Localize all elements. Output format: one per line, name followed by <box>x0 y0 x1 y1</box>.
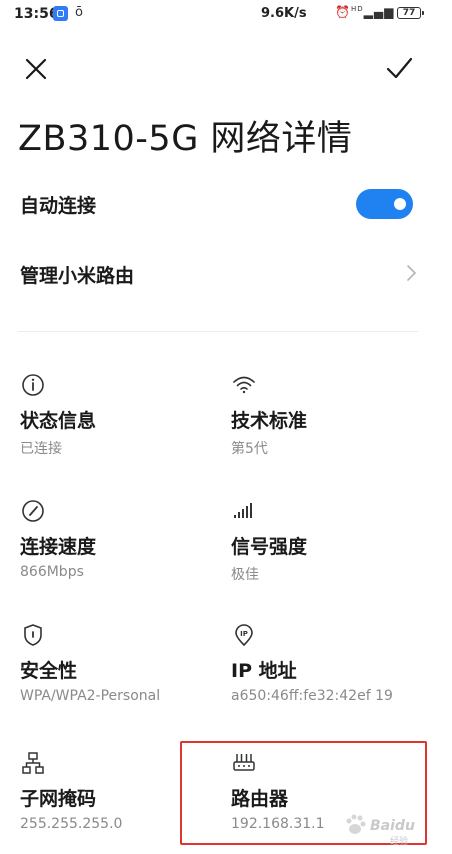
check-icon <box>386 57 413 79</box>
signal-strength-cell: 信号强度 极佳 <box>231 498 431 598</box>
auto-connect-toggle[interactable] <box>356 189 413 219</box>
status-time: 13:56 <box>14 6 59 22</box>
signal-icon: ▂▄▆ <box>363 5 395 19</box>
paw-icon <box>346 814 366 834</box>
ip-address-title: IP 地址 <box>231 660 297 682</box>
network-topology-icon <box>22 752 44 774</box>
close-button[interactable] <box>22 55 50 83</box>
ip-address-value: a650:46ff:fe32:42ef 19 <box>231 688 393 704</box>
divider <box>18 331 418 332</box>
wifi-icon <box>233 376 255 394</box>
hd-badge: HD <box>350 5 364 13</box>
status-bar: 13:56 ō 9.6K/s ⏰HD▂▄▆ 77 <box>0 0 452 30</box>
status-info-value: 已连接 <box>20 441 62 457</box>
battery-icon: 77 <box>397 7 424 19</box>
network-speed: 9.6K/s <box>261 6 307 21</box>
signal-bars-icon <box>234 503 252 518</box>
chevron-right-icon <box>407 265 417 281</box>
notification-icon: ō <box>75 5 83 20</box>
manage-router-row[interactable]: 管理小米路由 <box>0 250 452 300</box>
info-icon <box>22 374 44 396</box>
close-icon <box>25 58 47 80</box>
tech-standard-value: 第5代 <box>231 441 268 457</box>
link-speed-title: 连接速度 <box>20 536 97 558</box>
subnet-mask-value: 255.255.255.0 <box>20 816 123 832</box>
security-cell: 安全性 WPA/WPA2-Personal <box>20 622 220 722</box>
signal-strength-title: 信号强度 <box>231 536 308 558</box>
link-speed-value: 866Mbps <box>20 564 84 580</box>
speedometer-icon <box>22 500 44 522</box>
watermark-sub: 经验 <box>390 837 409 847</box>
status-info-cell: 状态信息 已连接 <box>20 372 220 472</box>
app-notification-icon <box>53 6 68 21</box>
security-value: WPA/WPA2-Personal <box>20 688 161 704</box>
page-title: ZB310-5G 网络详情 <box>18 119 353 159</box>
toggle-knob <box>394 198 406 210</box>
ip-address-cell: IP IP 地址 a650:46ff:fe32:42ef 19 <box>231 622 431 722</box>
alarm-icon: ⏰ <box>335 5 351 19</box>
watermark-text: Baidu <box>370 818 415 834</box>
status-icons: ⏰HD▂▄▆ <box>335 5 394 19</box>
confirm-button[interactable] <box>384 55 414 83</box>
shield-icon <box>24 624 42 646</box>
subnet-mask-title: 子网掩码 <box>20 788 97 810</box>
auto-connect-label: 自动连接 <box>20 195 97 217</box>
ip-pin-icon: IP <box>235 624 253 646</box>
svg-text:IP: IP <box>240 630 248 638</box>
status-info-title: 状态信息 <box>20 410 97 432</box>
security-title: 安全性 <box>20 660 78 682</box>
tech-standard-title: 技术标准 <box>231 410 308 432</box>
signal-strength-value: 极佳 <box>231 567 259 583</box>
baidu-watermark: Baidu 经验 <box>334 800 449 848</box>
tech-standard-cell: 技术标准 第5代 <box>231 372 431 472</box>
manage-router-label: 管理小米路由 <box>20 265 135 287</box>
link-speed-cell: 连接速度 866Mbps <box>20 498 220 598</box>
